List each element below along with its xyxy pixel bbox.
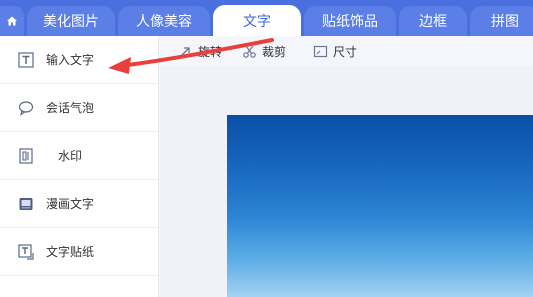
resize-icon [313,45,328,57]
sidebar: 输入文字 会话气泡 水印 漫画文字 文字贴纸 [0,36,159,297]
sidebar-item-text-sticker[interactable]: 文字贴纸 [0,228,158,276]
rotate-button[interactable]: 旋转 [178,42,222,60]
size-label: 尺寸 [333,44,358,59]
sidebar-item-label: 会话气泡 [46,101,95,115]
text-sticker-icon [17,243,35,261]
tab-collage[interactable]: 拼图 [470,6,533,36]
sidebar-item-comic-text[interactable]: 漫画文字 [0,180,158,228]
toolbar: 旋转 裁剪 尺寸 [160,36,533,66]
tab-beautify[interactable]: 美化图片 [27,6,115,36]
sidebar-item-label: 输入文字 [46,53,95,67]
tab-stickers[interactable]: 贴纸饰品 [304,6,396,36]
sidebar-item-label: 漫画文字 [46,197,95,211]
sidebar-item-speech-bubble[interactable]: 会话气泡 [0,84,158,132]
sidebar-item-label: 文字贴纸 [46,245,95,259]
tab-portrait[interactable]: 人像美容 [118,6,210,36]
rotate-label: 旋转 [198,44,223,59]
canvas-area [160,66,533,297]
tab-text[interactable]: 文字 [213,5,301,36]
crop-button[interactable]: 裁剪 [242,42,286,60]
scissors-icon [243,45,256,58]
sidebar-item-label: 水印 [58,149,83,163]
crop-label: 裁剪 [262,44,287,59]
home-icon [7,16,17,26]
comic-book-icon [17,195,35,213]
sidebar-item-watermark[interactable]: 水印 [0,132,158,180]
tab-border[interactable]: 边框 [399,6,467,36]
sidebar-item-input-text[interactable]: 输入文字 [0,36,158,84]
rotate-icon [180,46,190,56]
top-tab-bar: 美化图片 人像美容 文字 贴纸饰品 边框 拼图 [0,0,533,36]
sky-photo[interactable] [227,115,533,297]
size-button[interactable]: 尺寸 [313,42,357,60]
text-t-icon [17,51,35,69]
watermark-icon [17,147,35,165]
home-button[interactable] [0,6,24,36]
speech-bubble-icon [17,99,35,117]
